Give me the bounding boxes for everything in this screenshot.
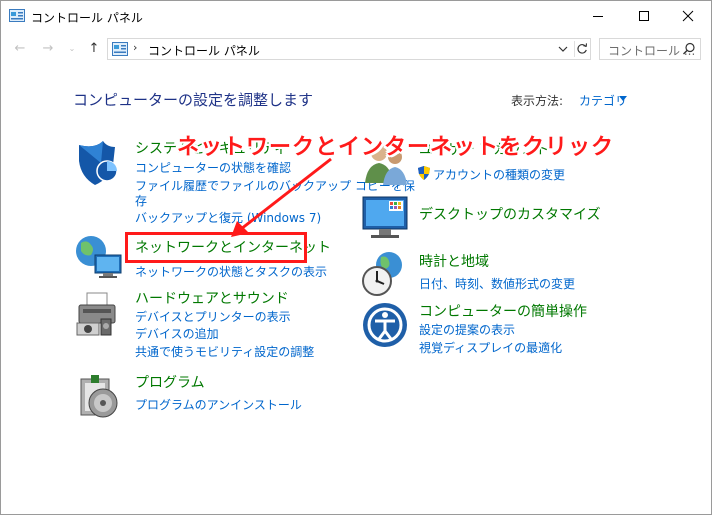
annotation-highlight-box	[125, 232, 307, 263]
link-suggested-settings[interactable]: 設定の提案の表示	[419, 321, 515, 338]
printer-icon[interactable]	[73, 289, 123, 339]
refresh-icon[interactable]	[574, 41, 590, 57]
clock-globe-icon[interactable]	[361, 249, 411, 299]
desktop-monitor-icon[interactable]	[361, 193, 411, 243]
link-devices-printers[interactable]: デバイスとプリンターの表示	[135, 308, 291, 325]
address-bar[interactable]: › コントロール パネル ›	[107, 38, 591, 60]
link-mobility-settings[interactable]: 共通で使うモビリティ設定の調整	[135, 343, 314, 360]
close-button[interactable]	[665, 1, 711, 31]
window-title: コントロール パネル	[31, 11, 143, 25]
minimize-button[interactable]	[575, 1, 621, 31]
page-title: コンピューターの設定を調整します	[73, 91, 314, 109]
control-panel-icon	[112, 42, 128, 56]
link-optimize-visual-display[interactable]: 視覚ディスプレイの最適化	[419, 339, 562, 356]
breadcrumb-separator[interactable]: ›	[236, 41, 240, 54]
annotation-label: ネットワークとインターネットをクリック	[177, 135, 615, 160]
link-change-account-type[interactable]: アカウントの種類の変更	[433, 166, 565, 183]
link-backup-restore[interactable]: バックアップと復元 (Windows 7)	[135, 209, 321, 226]
forward-button[interactable]: →	[39, 39, 57, 57]
chevron-down-icon[interactable]	[619, 96, 627, 102]
link-uninstall-program[interactable]: プログラムのアンインストール	[135, 396, 302, 413]
minimize-icon	[593, 16, 603, 17]
category-hardware-sound[interactable]: ハードウェアとサウンド	[135, 288, 289, 308]
search-box[interactable]: コントロール ...	[599, 38, 701, 60]
link-check-status[interactable]: コンピューターの状態を確認	[135, 159, 291, 176]
category-ease-of-access[interactable]: コンピューターの簡単操作	[419, 301, 587, 321]
up-button[interactable]: ↑	[85, 39, 103, 57]
navigation-bar: ← → ⌄ ↑ › コントロール パネル › コントロール ...	[1, 35, 711, 63]
category-clock-region[interactable]: 時計と地域	[419, 251, 489, 271]
programs-disc-icon[interactable]	[77, 373, 127, 423]
search-icon[interactable]	[682, 42, 696, 56]
category-appearance[interactable]: デスクトップのカスタマイズ	[419, 204, 601, 224]
shield-icon[interactable]	[73, 139, 123, 189]
breadcrumb-separator[interactable]: ›	[133, 41, 137, 54]
title-bar: コントロール パネル	[1, 1, 711, 31]
view-by-label: 表示方法:	[511, 94, 564, 108]
chevron-down-icon[interactable]	[556, 42, 570, 56]
link-add-device[interactable]: デバイスの追加	[135, 325, 219, 342]
recent-locations-button[interactable]: ⌄	[63, 39, 81, 57]
link-network-status[interactable]: ネットワークの状態とタスクの表示	[135, 263, 327, 280]
back-button[interactable]: ←	[11, 39, 29, 57]
control-panel-window: コントロール パネル ← → ⌄ ↑ › コントロール パネル › コントロール…	[0, 0, 712, 515]
link-change-date-time[interactable]: 日付、時刻、数値形式の変更	[419, 275, 575, 292]
breadcrumb-control-panel[interactable]: コントロール パネル	[148, 42, 260, 59]
uac-shield-icon	[418, 166, 430, 180]
maximize-icon	[639, 11, 649, 21]
close-icon	[682, 10, 694, 22]
control-panel-icon	[9, 9, 25, 22]
ease-of-access-icon[interactable]	[361, 301, 411, 351]
maximize-button[interactable]	[621, 1, 667, 31]
category-programs[interactable]: プログラム	[135, 372, 205, 392]
network-globe-icon[interactable]	[73, 233, 123, 283]
link-file-history-cont[interactable]: 存	[135, 192, 147, 209]
